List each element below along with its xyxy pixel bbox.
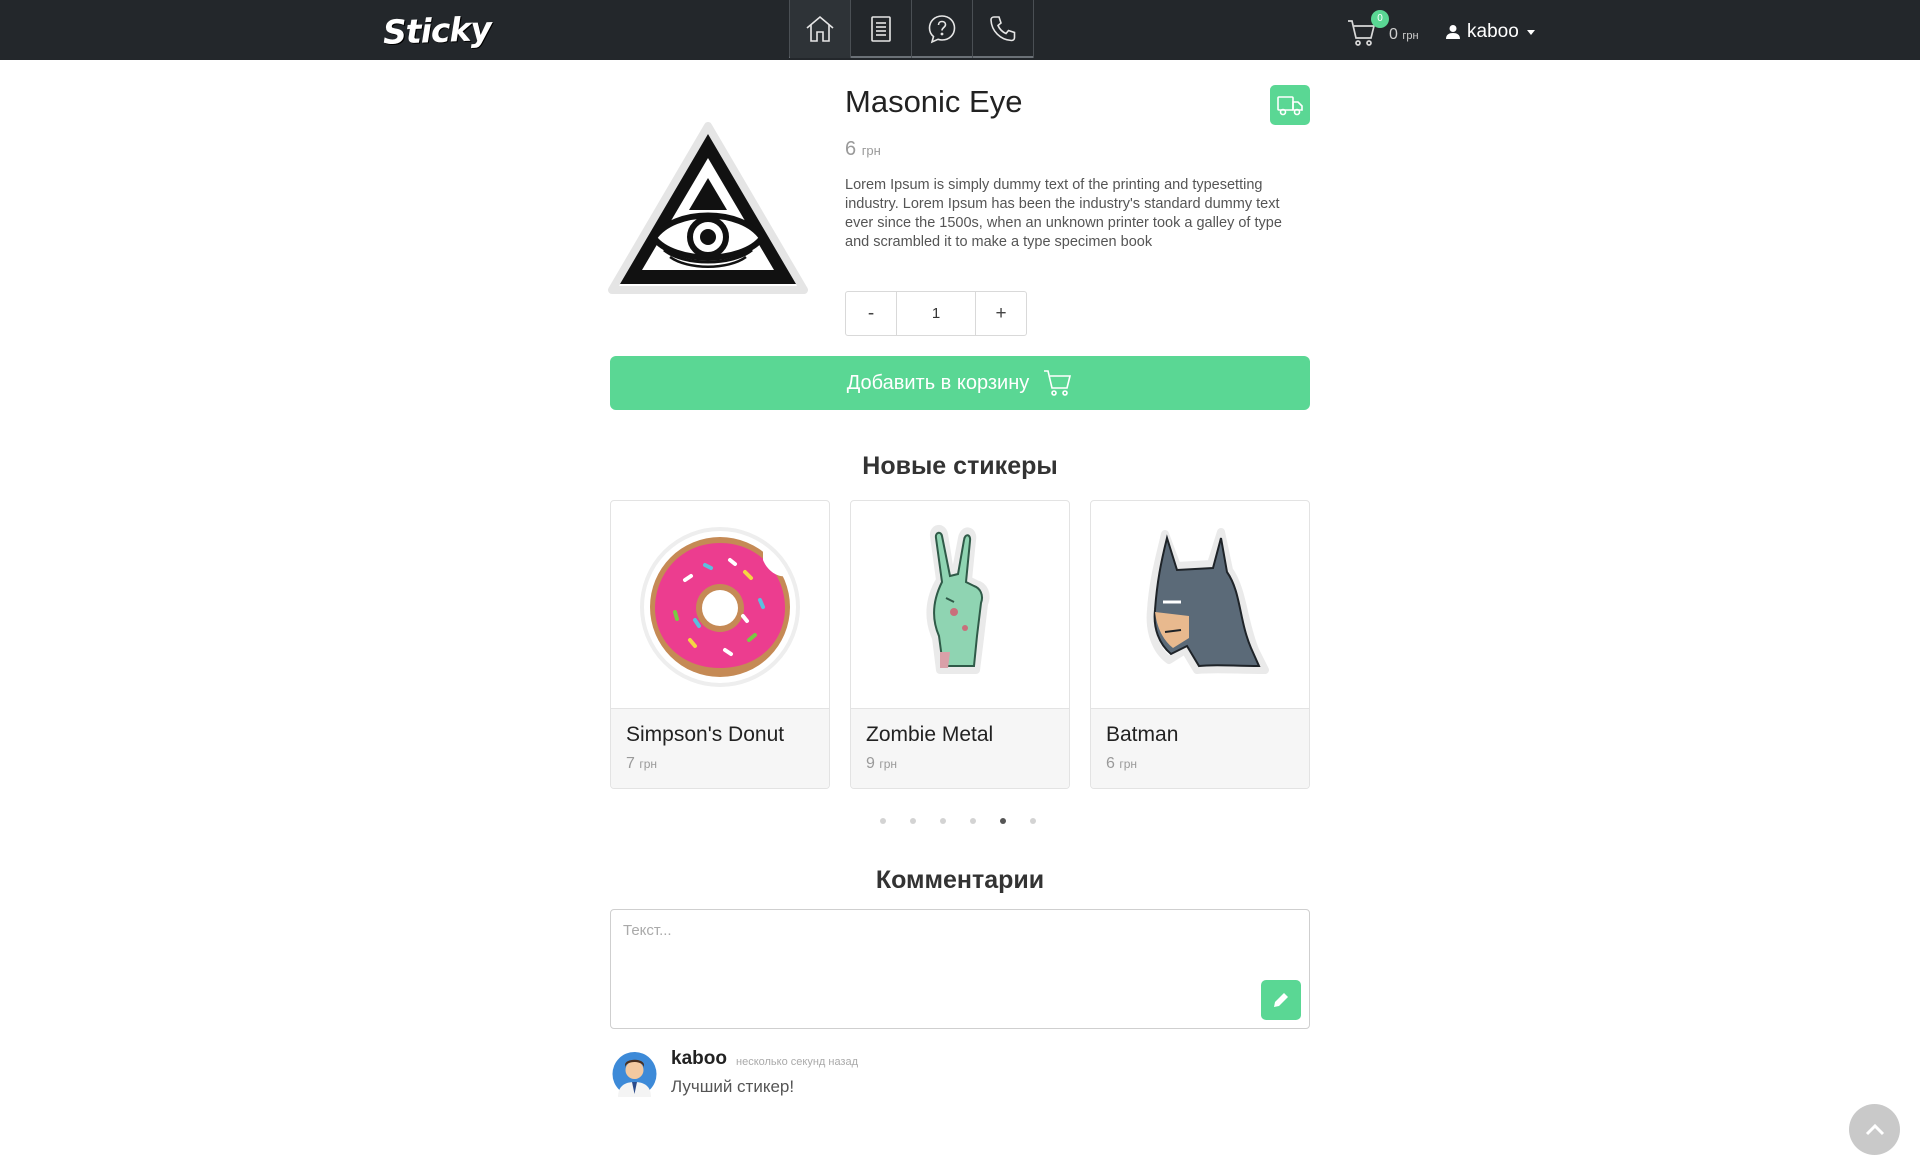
carousel-pagination xyxy=(880,818,1036,824)
carousel-dot[interactable] xyxy=(910,818,916,824)
quantity-increase-button[interactable]: + xyxy=(975,292,1026,335)
comment-text: Лучший стикер! xyxy=(671,1077,795,1096)
home-icon xyxy=(806,15,834,42)
logo[interactable]: Sticky xyxy=(382,9,491,52)
comment-form xyxy=(610,909,1310,1029)
comment-item: kaboo несколько секунд назад Лучший стик… xyxy=(612,1048,1312,1098)
cart-total-value: 0 xyxy=(1389,26,1398,43)
donut-icon xyxy=(640,526,800,687)
product-price: 6 грн xyxy=(845,138,881,161)
sticker-card-batman[interactable]: Batman 6 грн xyxy=(1090,500,1310,789)
cart-total-currency: грн xyxy=(1402,30,1419,42)
user-icon xyxy=(1446,25,1460,39)
sticker-info: Batman 6 грн xyxy=(1091,709,1309,788)
sticker-price-value: 7 xyxy=(626,755,635,772)
carousel-dot[interactable] xyxy=(1030,818,1036,824)
sticker-price: 6 грн xyxy=(1106,755,1294,773)
comment-author[interactable]: kaboo xyxy=(671,1048,727,1070)
sticker-price-value: 6 xyxy=(1106,755,1115,772)
eye-of-providence-icon xyxy=(608,122,808,294)
submit-comment-button[interactable] xyxy=(1261,980,1301,1020)
carousel-dot[interactable] xyxy=(940,818,946,824)
product-price-currency: грн xyxy=(861,143,881,158)
sticker-name: Zombie Metal xyxy=(866,723,994,746)
sticker-name: Batman xyxy=(1106,723,1179,746)
add-to-cart-button[interactable]: Добавить в корзину xyxy=(610,356,1310,410)
top-navbar: Sticky 0 0 грн kaboo xyxy=(0,0,1920,60)
sticker-price-currency: грн xyxy=(879,757,898,771)
comment-time: несколько секунд назад xyxy=(736,1056,859,1068)
main-nav xyxy=(789,0,1034,58)
sticker-thumb xyxy=(851,501,1069,709)
sticker-price: 7 грн xyxy=(626,755,814,773)
chevron-up-icon xyxy=(1865,1123,1884,1135)
delivery-button[interactable] xyxy=(1270,85,1310,125)
new-stickers-carousel: Simpson's Donut 7 грн Zombie Metal 9 грн xyxy=(610,500,1310,790)
catalog-icon xyxy=(871,16,891,42)
nav-catalog[interactable] xyxy=(851,0,912,58)
sticker-thumb xyxy=(611,501,829,709)
nav-contacts[interactable] xyxy=(973,0,1034,58)
product-title: Masonic Eye xyxy=(845,84,1023,119)
phone-icon xyxy=(990,16,1016,42)
sticker-price-value: 9 xyxy=(866,755,875,772)
carousel-dot[interactable] xyxy=(880,818,886,824)
help-icon xyxy=(928,15,956,44)
cart-count-badge: 0 xyxy=(1371,10,1389,28)
new-stickers-title: Новые стикеры xyxy=(862,452,1058,480)
sticker-info: Zombie Metal 9 грн xyxy=(851,709,1069,788)
user-name: kaboo xyxy=(1467,21,1519,42)
add-to-cart-label: Добавить в корзину xyxy=(846,371,1030,394)
quantity-input[interactable] xyxy=(897,292,975,335)
sticker-price: 9 грн xyxy=(866,755,1054,773)
quantity-stepper: - + xyxy=(845,291,1027,336)
user-menu[interactable]: kaboo xyxy=(1445,21,1535,43)
chevron-down-icon xyxy=(1526,29,1535,35)
scroll-to-top-button[interactable] xyxy=(1849,1104,1900,1155)
nav-help[interactable] xyxy=(912,0,973,58)
comments-title: Комментарии xyxy=(875,866,1045,894)
cart-button[interactable]: 0 xyxy=(1347,10,1389,48)
comment-input[interactable] xyxy=(611,910,1309,1028)
product-description: Lorem Ipsum is simply dummy text of the … xyxy=(845,177,1282,250)
sticker-card-donut[interactable]: Simpson's Donut 7 грн xyxy=(610,500,830,789)
product-price-value: 6 xyxy=(845,138,857,160)
nav-home[interactable] xyxy=(790,0,851,58)
sticker-price-currency: грн xyxy=(639,757,658,771)
sticker-thumb xyxy=(1091,501,1309,709)
batman-icon xyxy=(1146,527,1269,674)
zombie-hand-icon xyxy=(926,524,990,674)
carousel-dot[interactable] xyxy=(1000,818,1006,824)
carousel-dot[interactable] xyxy=(970,818,976,824)
cart-icon xyxy=(1044,370,1072,396)
truck-icon xyxy=(1277,96,1303,116)
avatar xyxy=(612,1052,657,1097)
sticker-price-currency: грн xyxy=(1119,757,1138,771)
sticker-info: Simpson's Donut 7 грн xyxy=(611,709,829,788)
quantity-decrease-button[interactable]: - xyxy=(846,292,897,335)
cart-total: 0 грн xyxy=(1389,26,1419,44)
pencil-icon xyxy=(1274,993,1288,1007)
sticker-name: Simpson's Donut xyxy=(626,723,785,746)
sticker-card-zombie-metal[interactable]: Zombie Metal 9 грн xyxy=(850,500,1070,789)
